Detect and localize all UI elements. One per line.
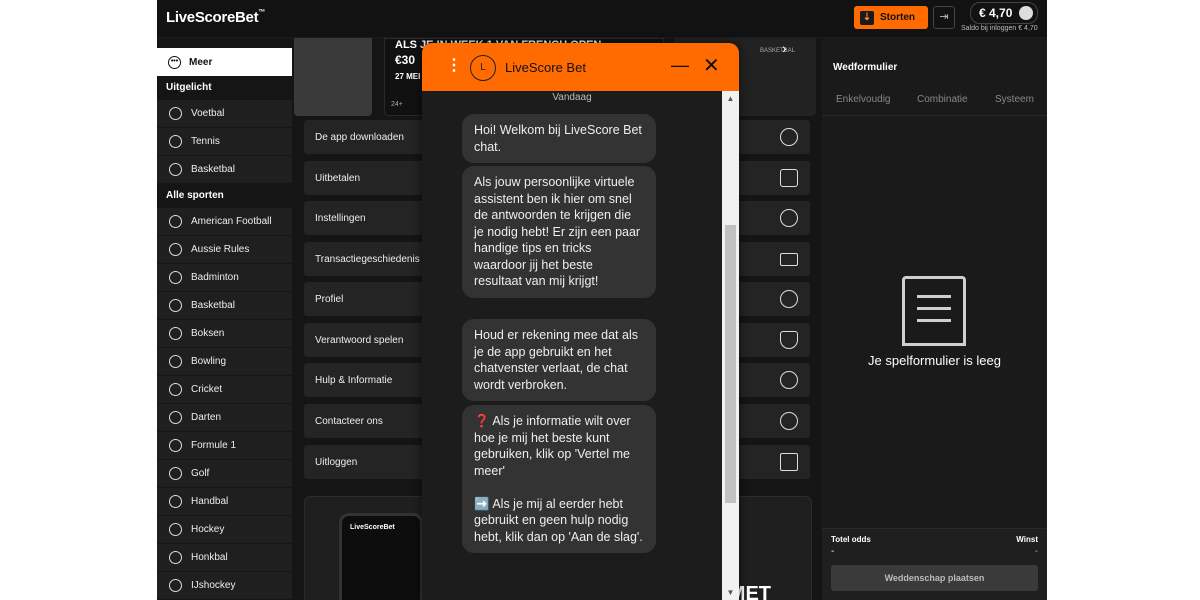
- hockey-icon: [169, 523, 182, 536]
- sidebar-item-american-football[interactable]: American Football: [157, 208, 292, 235]
- handball-icon: [169, 495, 182, 508]
- chat-message: Als jouw persoonlijke virtuele assistent…: [462, 166, 656, 298]
- aussie-rules-icon: [169, 243, 182, 256]
- winnings-label: Winst: [1016, 535, 1038, 544]
- receipt-icon: [902, 276, 966, 346]
- golf-icon: [169, 467, 182, 480]
- chat-header: ⋮ L LiveScore Bet — ✕: [422, 43, 739, 91]
- sidebar-item-darts[interactable]: Darten: [157, 404, 292, 431]
- chat-messages: Vandaag Hoi! Welkom bij LiveScore Bet ch…: [422, 91, 722, 600]
- chat-message: Hoi! Welkom bij LiveScore Bet chat.: [462, 114, 656, 163]
- tab-single[interactable]: Enkelvoudig: [836, 94, 890, 105]
- shield-icon: [780, 331, 798, 349]
- tab-combination[interactable]: Combinatie: [917, 94, 968, 105]
- balance-amount: € 4,70: [979, 6, 1013, 20]
- total-odds-label: Totel odds: [831, 535, 871, 544]
- betslip-divider: [822, 115, 1047, 116]
- betslip-title: Wedformulier: [833, 62, 898, 73]
- sidebar-item-hockey[interactable]: Hockey: [157, 516, 292, 543]
- sidebar-item-golf[interactable]: Golf: [157, 460, 292, 487]
- sidebar-item-badminton[interactable]: Badminton: [157, 264, 292, 291]
- place-bet-button[interactable]: Weddenschap plaatsen: [831, 565, 1038, 591]
- american-football-icon: [169, 215, 182, 228]
- total-odds-value: -: [831, 546, 835, 557]
- sidebar-item-ice-hockey[interactable]: IJshockey: [157, 572, 292, 599]
- kebab-menu-icon[interactable]: ⋮: [446, 56, 462, 76]
- sidebar-item-soccer[interactable]: Voetbal: [157, 100, 292, 127]
- sidebar-item-bowling[interactable]: Bowling: [157, 348, 292, 375]
- basketball-icon: [169, 299, 182, 312]
- chat-message: ❓ Als je informatie wilt over hoe je mij…: [462, 405, 656, 553]
- banner-amount: €30: [395, 53, 416, 67]
- darts-icon: [169, 411, 182, 424]
- chat-icon: [780, 412, 798, 430]
- deposit-label: Storten: [880, 12, 915, 23]
- more-icon: •••: [168, 55, 181, 69]
- sidebar-item-handball[interactable]: Handbal: [157, 488, 292, 515]
- user-icon: [780, 290, 798, 308]
- sidebar-item-tennis[interactable]: Tennis: [157, 128, 292, 155]
- soccer-icon: [169, 107, 182, 120]
- close-icon[interactable]: ✕: [703, 53, 720, 78]
- bowling-icon: [169, 355, 182, 368]
- betslip-footer: Totel odds Winst - - Weddenschap plaatse…: [822, 528, 1047, 600]
- betslip-empty-message: Je spelformulier is leeg: [868, 353, 1001, 368]
- banner-date: 27 MEI: [395, 72, 421, 81]
- deposit-button[interactable]: ⇣ Storten: [854, 6, 928, 29]
- upload-icon: [780, 169, 798, 187]
- basketball-icon: [169, 163, 182, 176]
- sidebar-item-basketball-all[interactable]: Basketbal: [157, 292, 292, 319]
- cricket-icon: [169, 383, 182, 396]
- top-bar: LiveScoreBet™ ⇣ Storten ⇥ € 4,70 Saldo b…: [157, 0, 1047, 38]
- tab-system[interactable]: Systeem: [995, 94, 1034, 105]
- sidebar-item-more[interactable]: ••• Meer: [157, 48, 292, 76]
- chat-title: LiveScore Bet: [505, 60, 586, 75]
- chat-avatar: L: [470, 55, 496, 81]
- banner-image-left[interactable]: [294, 38, 372, 116]
- sidebar-item-boxing[interactable]: Boksen: [157, 320, 292, 347]
- sidebar-item-cricket[interactable]: Cricket: [157, 376, 292, 403]
- boxing-icon: [169, 327, 182, 340]
- scroll-down-arrow-icon[interactable]: ▼: [722, 585, 739, 600]
- user-icon: [1019, 6, 1033, 20]
- download-icon: [780, 128, 798, 146]
- chat-date-label: Vandaag: [552, 92, 592, 103]
- ice-hockey-icon: [169, 579, 182, 592]
- minimize-icon[interactable]: —: [671, 55, 689, 76]
- featured-heading: Uitgelicht: [157, 76, 292, 100]
- sidebar-item-basketball[interactable]: Basketbal: [157, 156, 292, 183]
- chat-window: ⋮ L LiveScore Bet — ✕ Vandaag Hoi! Welko…: [422, 43, 739, 600]
- logout-icon: [780, 453, 798, 471]
- card-icon: [780, 253, 798, 266]
- phone-logo: LiveScoreBet: [350, 524, 395, 531]
- gear-icon: [780, 209, 798, 227]
- banner-side-label: BASKETBAL: [760, 48, 796, 54]
- brand-logo[interactable]: LiveScoreBet™: [166, 9, 265, 26]
- all-sports-heading: Alle sporten: [157, 184, 292, 208]
- deposit-icon: ⇣: [860, 10, 874, 25]
- balance-pill[interactable]: € 4,70: [970, 2, 1038, 24]
- tennis-icon: [169, 135, 182, 148]
- betslip-panel: Wedformulier Enkelvoudig Combinatie Syst…: [822, 38, 1047, 600]
- balance-subtext: Saldo bij inloggen € 4,70: [961, 25, 1038, 32]
- sidebar-item-aussie-rules[interactable]: Aussie Rules: [157, 236, 292, 263]
- baseball-icon: [169, 551, 182, 564]
- chevron-right-icon[interactable]: ›: [782, 40, 787, 56]
- sidebar-item-formula1[interactable]: Formule 1: [157, 432, 292, 459]
- scrollbar-thumb[interactable]: [725, 225, 736, 503]
- sports-sidebar: ••• Meer Uitgelicht Voetbal Tennis Baske…: [157, 38, 292, 600]
- chat-scrollbar[interactable]: ▲ ▼: [722, 91, 739, 600]
- help-icon: [780, 371, 798, 389]
- winnings-value: -: [1034, 546, 1038, 557]
- badminton-icon: [169, 271, 182, 284]
- chat-message: Houd er rekening mee dat als je de app g…: [462, 319, 656, 401]
- banner-age-tag: 24+: [391, 101, 403, 108]
- formula1-icon: [169, 439, 182, 452]
- logout-icon[interactable]: ⇥: [933, 6, 955, 29]
- sidebar-item-baseball[interactable]: Honkbal: [157, 544, 292, 571]
- phone-image: LiveScoreBet: [339, 513, 423, 600]
- scroll-up-arrow-icon[interactable]: ▲: [722, 91, 739, 106]
